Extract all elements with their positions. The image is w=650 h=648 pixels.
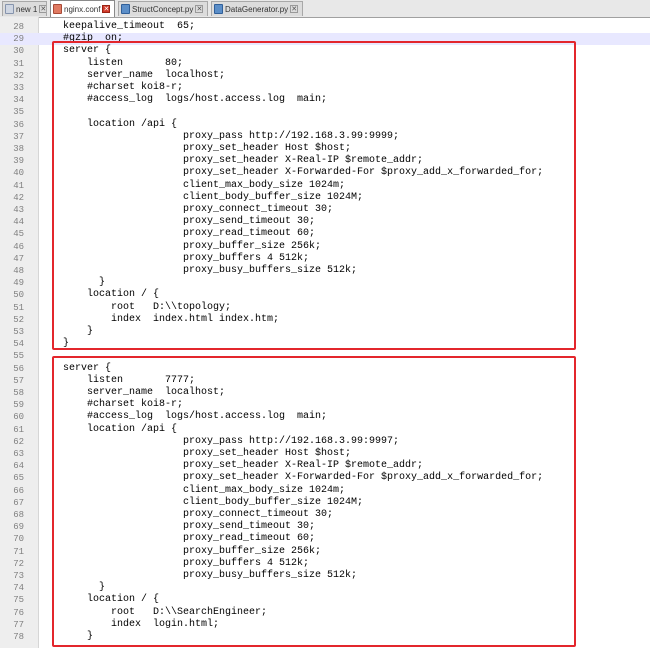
line-number: 58 [13, 388, 24, 398]
line-number: 56 [13, 363, 24, 374]
conf-file-icon [53, 4, 62, 14]
highlight-box-server-80 [52, 41, 576, 350]
line-number: 47 [13, 253, 24, 264]
line-number: 44 [13, 217, 24, 228]
line-number: 60 [13, 412, 24, 423]
tab-structconcept-py[interactable]: StructConcept.py ✕ [118, 1, 208, 16]
line-number: 65 [13, 473, 24, 484]
line-number: 38 [13, 144, 24, 154]
line-number: 63 [13, 449, 24, 459]
line-number: 36 [13, 119, 24, 130]
line-number: 33 [13, 83, 24, 93]
line-number: 75 [13, 595, 24, 606]
tab-label: nginx.conf [64, 4, 101, 14]
tab-new-1[interactable]: new 1 ✕ [2, 1, 47, 16]
line-number: 34 [13, 95, 24, 106]
line-number: 69 [13, 522, 24, 533]
line-number: 67 [13, 497, 24, 508]
close-icon[interactable]: ✕ [290, 5, 299, 13]
line-number: 45 [13, 229, 24, 240]
line-number: 43 [13, 205, 24, 215]
tab-label: DataGenerator.py [225, 4, 289, 14]
python-file-icon [121, 4, 130, 14]
line-number: 40 [13, 168, 24, 179]
line-number: 55 [13, 351, 24, 362]
line-number: 50 [13, 290, 24, 301]
code-text: keepalive_timeout 65; [63, 21, 196, 32]
line-number: 77 [13, 619, 24, 630]
line-number: 53 [13, 327, 24, 337]
tab-bar: new 1 ✕ nginx.conf ✕ StructConcept.py ✕ … [0, 0, 650, 18]
line-number: 72 [13, 558, 24, 569]
line-number: 54 [13, 339, 24, 350]
line-number: 78 [13, 632, 24, 642]
line-number: 62 [13, 436, 24, 447]
line-number: 52 [13, 314, 24, 325]
line-number: 41 [13, 180, 24, 191]
line-number: 35 [13, 107, 24, 118]
line-number: 51 [13, 302, 24, 313]
line-number: 31 [13, 58, 24, 69]
line-number: 61 [13, 424, 24, 435]
line-number: 39 [13, 156, 24, 167]
line-number: 68 [13, 510, 24, 520]
line-number: 42 [13, 192, 24, 203]
tab-nginx-conf[interactable]: nginx.conf ✕ [50, 0, 115, 17]
line-number: 73 [13, 571, 24, 581]
line-number: 37 [13, 131, 24, 142]
highlight-box-server-7777 [52, 356, 576, 647]
line-number: 76 [13, 607, 24, 618]
line-number: 49 [13, 278, 24, 289]
line-number: 59 [13, 400, 24, 411]
text-file-icon [5, 4, 14, 14]
python-file-icon [214, 4, 223, 14]
line-number: 48 [13, 266, 24, 276]
line-number: 28 [13, 22, 24, 32]
line-number: 30 [13, 46, 24, 57]
code-editor[interactable]: 28 keepalive_timeout 65; 29 #gzip on; 30 serv… [0, 17, 650, 648]
tab-datagenerator-py[interactable]: DataGenerator.py ✕ [211, 1, 303, 16]
line-number: 32 [13, 70, 24, 81]
code-line[interactable]: 28 keepalive_timeout 65; [0, 21, 650, 33]
line-number: 46 [13, 241, 24, 252]
close-icon[interactable]: ✕ [39, 5, 46, 13]
line-number: 57 [13, 375, 24, 386]
tab-label: new 1 [16, 4, 38, 14]
tab-label: StructConcept.py [132, 4, 194, 14]
close-icon[interactable]: ✕ [195, 5, 204, 13]
line-number: 64 [13, 461, 24, 472]
line-number: 70 [13, 534, 24, 545]
line-number: 66 [13, 485, 24, 496]
line-number: 71 [13, 546, 24, 557]
line-number: 74 [13, 583, 24, 594]
line-number: 29 [13, 34, 24, 45]
close-icon[interactable]: ✕ [102, 5, 111, 13]
